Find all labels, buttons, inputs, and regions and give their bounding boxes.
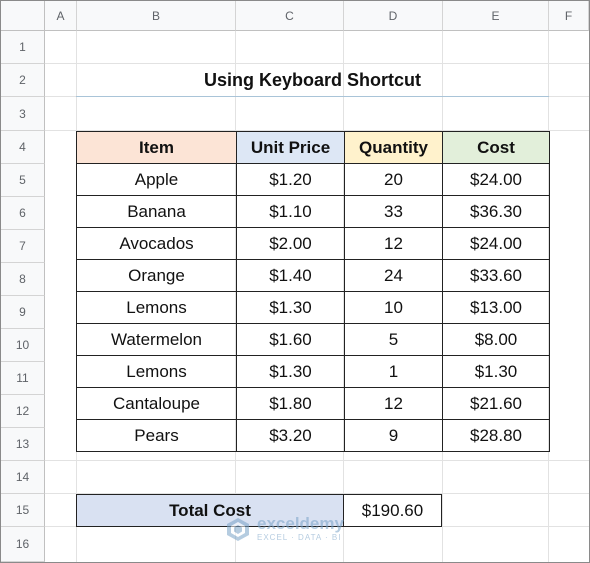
cell-quantity[interactable]: 12 (344, 387, 443, 420)
table-header-row: Item Unit Price Quantity Cost (76, 131, 550, 164)
row-header-3[interactable]: 3 (1, 97, 45, 131)
cell-unit-price[interactable]: $1.40 (236, 259, 345, 292)
cell-item[interactable]: Avocados (76, 227, 237, 260)
total-cost-value[interactable]: $190.60 (344, 494, 442, 527)
cell-cost[interactable]: $24.00 (442, 227, 550, 260)
cell-unit-price[interactable]: $1.30 (236, 355, 345, 388)
row-header-7[interactable]: 7 (1, 230, 45, 263)
cell-unit-price[interactable]: $1.30 (236, 291, 345, 324)
cell-cost[interactable]: $13.00 (442, 291, 550, 324)
column-header-f[interactable]: F (549, 1, 589, 31)
cell-quantity[interactable]: 24 (344, 259, 443, 292)
column-header-b[interactable]: B (77, 1, 236, 31)
row-header-5[interactable]: 5 (1, 164, 45, 197)
cell-quantity[interactable]: 5 (344, 323, 443, 356)
table-row: Avocados $2.00 12 $24.00 (76, 227, 550, 260)
row-header-2[interactable]: 2 (1, 64, 45, 97)
table-row: Orange $1.40 24 $33.60 (76, 259, 550, 292)
cell-cost[interactable]: $36.30 (442, 195, 550, 228)
cell-item[interactable]: Lemons (76, 355, 237, 388)
row-header-16[interactable]: 16 (1, 527, 45, 562)
column-header-e[interactable]: E (443, 1, 549, 31)
watermark-tagline: EXCEL · DATA · BI (257, 533, 342, 542)
row-header-8[interactable]: 8 (1, 263, 45, 296)
table-row: Watermelon $1.60 5 $8.00 (76, 323, 550, 356)
cell-unit-price[interactable]: $1.80 (236, 387, 345, 420)
table-row: Lemons $1.30 1 $1.30 (76, 355, 550, 388)
row-header-4[interactable]: 4 (1, 131, 45, 164)
cell-quantity[interactable]: 33 (344, 195, 443, 228)
cell-quantity[interactable]: 1 (344, 355, 443, 388)
data-table: Item Unit Price Quantity Cost Apple $1.2… (76, 131, 550, 452)
table-row: Apple $1.20 20 $24.00 (76, 163, 550, 196)
cell-item[interactable]: Cantaloupe (76, 387, 237, 420)
cell-unit-price[interactable]: $2.00 (236, 227, 345, 260)
sheet-title[interactable]: Using Keyboard Shortcut (76, 64, 549, 97)
select-all-corner[interactable] (1, 1, 45, 31)
column-header-a[interactable]: A (45, 1, 77, 31)
cell-cost[interactable]: $21.60 (442, 387, 550, 420)
cell-cost[interactable]: $8.00 (442, 323, 550, 356)
cell-unit-price[interactable]: $1.20 (236, 163, 345, 196)
cell-item[interactable]: Orange (76, 259, 237, 292)
column-header-c[interactable]: C (236, 1, 344, 31)
row-header-6[interactable]: 6 (1, 197, 45, 230)
cell-item[interactable]: Banana (76, 195, 237, 228)
cell-quantity[interactable]: 9 (344, 419, 443, 452)
cell-cost[interactable]: $1.30 (442, 355, 550, 388)
watermark-text: exceldemy EXCEL · DATA · BI (257, 515, 344, 542)
header-quantity[interactable]: Quantity (344, 131, 443, 164)
cell-cost[interactable]: $33.60 (442, 259, 550, 292)
row-header-11[interactable]: 11 (1, 362, 45, 395)
row-header-15[interactable]: 15 (1, 494, 45, 527)
header-unit-price[interactable]: Unit Price (236, 131, 345, 164)
exceldemy-watermark: exceldemy EXCEL · DATA · BI (225, 515, 344, 542)
row-header-1[interactable]: 1 (1, 31, 45, 64)
spreadsheet-grid: A B C D E F 1 2 3 4 5 6 7 8 9 10 11 12 1… (0, 0, 590, 563)
table-row: Cantaloupe $1.80 12 $21.60 (76, 387, 550, 420)
header-item[interactable]: Item (76, 131, 237, 164)
cell-item[interactable]: Pears (76, 419, 237, 452)
cell-item[interactable]: Apple (76, 163, 237, 196)
cell-item[interactable]: Watermelon (76, 323, 237, 356)
row-header-14[interactable]: 14 (1, 461, 45, 494)
table-row: Banana $1.10 33 $36.30 (76, 195, 550, 228)
cell-cost[interactable]: $28.80 (442, 419, 550, 452)
cell-unit-price[interactable]: $3.20 (236, 419, 345, 452)
row-header-9[interactable]: 9 (1, 296, 45, 329)
cell-item[interactable]: Lemons (76, 291, 237, 324)
exceldemy-logo-icon (227, 517, 249, 541)
watermark-name: exceldemy (257, 514, 344, 533)
cell-cost[interactable]: $24.00 (442, 163, 550, 196)
cell-quantity[interactable]: 12 (344, 227, 443, 260)
cell-unit-price[interactable]: $1.60 (236, 323, 345, 356)
table-row: Lemons $1.30 10 $13.00 (76, 291, 550, 324)
cell-quantity[interactable]: 10 (344, 291, 443, 324)
row-header-10[interactable]: 10 (1, 329, 45, 362)
row-header-13[interactable]: 13 (1, 428, 45, 461)
gridline (45, 460, 589, 461)
cell-quantity[interactable]: 20 (344, 163, 443, 196)
cell-unit-price[interactable]: $1.10 (236, 195, 345, 228)
row-header-12[interactable]: 12 (1, 395, 45, 428)
column-header-d[interactable]: D (344, 1, 443, 31)
table-row: Pears $3.20 9 $28.80 (76, 419, 550, 452)
header-cost[interactable]: Cost (442, 131, 550, 164)
